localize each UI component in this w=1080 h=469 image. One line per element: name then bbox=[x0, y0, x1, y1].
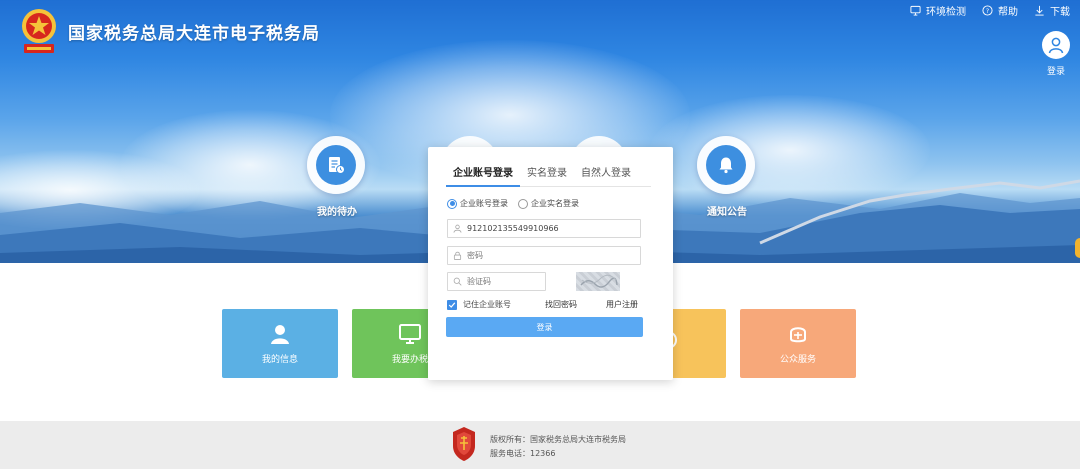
login-panel: 企业账号登录 实名登录 自然人登录 企业账号登录 企业实名登录 91210213… bbox=[428, 147, 673, 380]
radio-enterprise-account[interactable]: 企业账号登录 bbox=[447, 198, 508, 209]
login-user-label: 登录 bbox=[1046, 67, 1065, 77]
login-user-button[interactable]: 登录 bbox=[1041, 31, 1071, 77]
forgot-password-link[interactable]: 找回密码 bbox=[545, 299, 577, 310]
captcha-input[interactable]: 验证码 bbox=[447, 272, 546, 291]
login-tabs: 企业账号登录 实名登录 自然人登录 bbox=[446, 167, 651, 187]
tile-my-info-label: 我的信息 bbox=[261, 355, 298, 365]
help-label: 帮助 bbox=[998, 7, 1018, 18]
notice-shortcut[interactable]: 通知公告 bbox=[697, 136, 757, 218]
top-links: 环境检测 ? 帮助 下载 bbox=[910, 3, 1070, 18]
my-todo-circle bbox=[307, 136, 365, 194]
environment-check-label: 环境检测 bbox=[926, 7, 966, 18]
remember-label: 记住企业账号 bbox=[463, 300, 511, 309]
lock-icon bbox=[453, 251, 462, 260]
radio-dot bbox=[518, 198, 528, 209]
radio-dot bbox=[447, 198, 457, 209]
monitor-icon bbox=[910, 5, 921, 16]
help-link[interactable]: ? 帮助 bbox=[982, 3, 1018, 18]
download-link[interactable]: 下载 bbox=[1034, 3, 1070, 18]
tile-my-info[interactable]: 我的信息 bbox=[222, 309, 338, 378]
bell-icon bbox=[719, 157, 733, 174]
captcha-placeholder: 验证码 bbox=[467, 277, 491, 286]
side-float-handle[interactable] bbox=[1075, 238, 1080, 258]
tax-bureau-logo bbox=[22, 9, 56, 53]
remember-checkbox[interactable] bbox=[447, 299, 457, 310]
tab-real-name[interactable]: 实名登录 bbox=[520, 167, 574, 187]
service-icon bbox=[790, 327, 806, 343]
radio-enterprise-real-name[interactable]: 企业实名登录 bbox=[518, 198, 579, 209]
tile-tax-handling-label: 我要办税 bbox=[391, 355, 428, 365]
footer-text: 版权所有：国家税务总局大连市税务局 服务电话：12366 bbox=[490, 433, 626, 461]
password-placeholder: 密码 bbox=[467, 251, 483, 260]
environment-check-link[interactable]: 环境检测 bbox=[910, 3, 966, 18]
download-label: 下载 bbox=[1050, 7, 1070, 18]
search-icon bbox=[453, 277, 462, 286]
document-clock-icon bbox=[329, 157, 345, 174]
login-button[interactable]: 登录 bbox=[446, 317, 643, 337]
my-todo-shortcut[interactable]: 我的待办 bbox=[307, 136, 367, 218]
download-icon bbox=[1035, 5, 1044, 16]
footer: 版权所有：国家税务总局大连市税务局 服务电话：12366 bbox=[0, 421, 1080, 469]
remember-account[interactable]: 记住企业账号 bbox=[447, 299, 511, 310]
help-icon: ? bbox=[982, 5, 993, 16]
footer-copyright: 版权所有：国家税务总局大连市税务局 bbox=[490, 435, 626, 444]
my-todo-label: 我的待办 bbox=[317, 207, 357, 218]
tile-public-service[interactable]: 公众服务 bbox=[740, 309, 856, 378]
tab-enterprise-account[interactable]: 企业账号登录 bbox=[446, 167, 520, 187]
notice-label: 通知公告 bbox=[707, 207, 747, 218]
user-icon bbox=[453, 224, 462, 233]
register-link[interactable]: 用户注册 bbox=[606, 299, 638, 310]
tab-natural-person[interactable]: 自然人登录 bbox=[574, 167, 638, 187]
captcha-noise bbox=[580, 274, 618, 288]
user-icon bbox=[271, 325, 289, 344]
svg-text:?: ? bbox=[986, 7, 989, 15]
avatar bbox=[1042, 31, 1070, 59]
user-icon bbox=[1048, 37, 1064, 54]
tile-public-service-label: 公众服务 bbox=[779, 355, 816, 365]
notice-circle bbox=[697, 136, 755, 194]
radio-enterprise-account-label: 企业账号登录 bbox=[460, 199, 508, 208]
account-value: 912102135549910966 bbox=[467, 224, 559, 233]
check-icon bbox=[448, 301, 456, 308]
footer-phone: 服务电话：12366 bbox=[490, 449, 556, 458]
login-type-radios: 企业账号登录 企业实名登录 bbox=[447, 198, 579, 209]
radio-enterprise-real-name-label: 企业实名登录 bbox=[531, 199, 579, 208]
tax-emblem-icon bbox=[453, 427, 475, 461]
monitor-icon bbox=[399, 324, 421, 344]
password-input[interactable]: 密码 bbox=[447, 246, 641, 265]
site-title: 国家税务总局大连市电子税务局 bbox=[68, 24, 320, 44]
account-input[interactable]: 912102135549910966 bbox=[447, 219, 641, 238]
captcha-image[interactable] bbox=[576, 272, 620, 291]
